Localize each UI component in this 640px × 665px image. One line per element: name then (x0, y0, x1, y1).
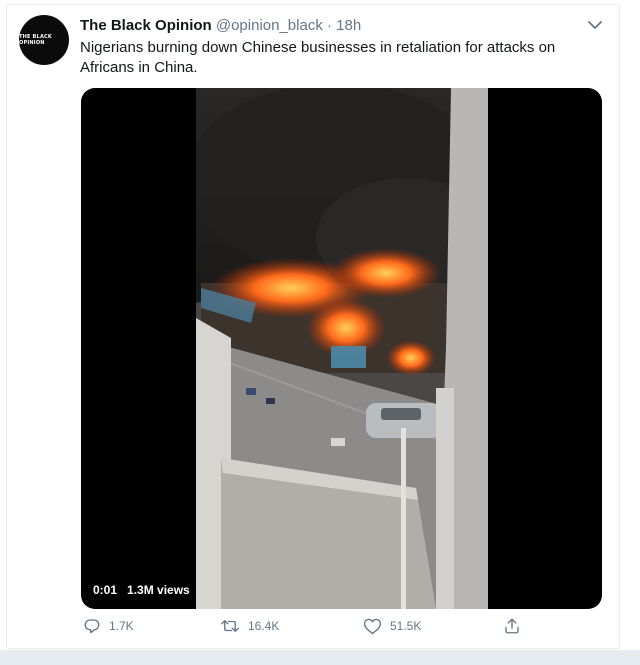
share-icon[interactable] (503, 617, 521, 635)
user-handle[interactable]: @opinion_black (216, 17, 323, 34)
tweet-timestamp[interactable]: 18h (336, 17, 361, 34)
like-count: 51.5K (390, 619, 422, 633)
timeline-divider (0, 650, 640, 665)
tweet-actions: 1.7K 16.4K 51.5K (80, 617, 600, 641)
retweet-button[interactable]: 16.4K (220, 617, 279, 635)
video-time: 0:01 (93, 583, 118, 597)
chevron-down-icon[interactable] (585, 15, 605, 35)
avatar-logo-text: THE BLACK OPINION (19, 34, 52, 46)
tweet-header: The Black Opinion @opinion_black · 18h (80, 16, 361, 36)
reply-button[interactable]: 1.7K (83, 617, 134, 635)
retweet-icon[interactable] (220, 617, 240, 635)
reply-icon[interactable] (83, 617, 101, 635)
tweet-card[interactable]: THE BLACK OPINION The Black Opinion @opi… (6, 4, 620, 649)
video-thumbnail[interactable] (196, 88, 488, 609)
avatar[interactable]: THE BLACK OPINION (19, 15, 69, 65)
like-button[interactable]: 51.5K (363, 617, 421, 635)
separator-dot: · (327, 17, 332, 34)
tweet-text: Nigerians burning down Chinese businesse… (80, 39, 556, 76)
display-name[interactable]: The Black Opinion (80, 17, 212, 34)
reply-count: 1.7K (109, 619, 134, 633)
video-views: 1.3M views (127, 583, 190, 597)
like-icon[interactable] (363, 617, 382, 635)
retweet-count: 16.4K (248, 619, 280, 633)
video-overlay: 0:01 1.3M views (93, 583, 190, 597)
video-player[interactable]: 0:01 1.3M views (81, 88, 602, 609)
share-button[interactable] (503, 617, 521, 635)
